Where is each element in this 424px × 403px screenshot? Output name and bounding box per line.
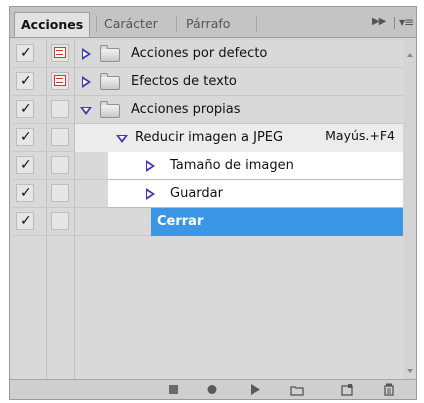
action-step-content-selected[interactable]: Cerrar [151, 208, 403, 236]
check-icon: ✓ [20, 213, 32, 229]
dialog-icon [54, 47, 66, 58]
tab-divider [96, 16, 97, 32]
dialog-toggle[interactable] [51, 212, 69, 230]
collapse-triangle-icon[interactable] [80, 107, 92, 115]
check-icon: ✓ [20, 129, 32, 145]
dialog-toggle[interactable] [51, 44, 69, 62]
action-content[interactable]: Reducir imagen a JPEG Mayús.+F4 [75, 124, 403, 152]
action-step-label: Guardar [170, 186, 223, 201]
action-step-row[interactable]: ✓ Guardar [13, 180, 403, 208]
toggle-checkbox[interactable]: ✓ [16, 44, 34, 62]
check-icon: ✓ [20, 45, 32, 61]
tab-divider [256, 16, 257, 32]
action-set-label: Acciones propias [131, 102, 241, 117]
scroll-down-icon[interactable] [407, 369, 413, 373]
double-arrow-right-icon[interactable]: ▶▶ [372, 16, 386, 27]
action-set-content[interactable]: Acciones por defecto [75, 40, 403, 68]
expand-triangle-icon[interactable] [82, 76, 91, 88]
play-icon[interactable] [248, 383, 262, 396]
tab-acciones[interactable]: Acciones [14, 12, 91, 37]
toggle-checkbox[interactable]: ✓ [16, 212, 34, 230]
check-icon: ✓ [20, 157, 32, 173]
action-step-row[interactable]: ✓ Tamaño de imagen [13, 152, 403, 180]
toggle-checkbox[interactable]: ✓ [16, 100, 34, 118]
toggle-checkbox[interactable]: ✓ [16, 72, 34, 90]
action-set-row[interactable]: ✓ Efectos de texto [13, 68, 403, 96]
scroll-up-icon[interactable] [407, 53, 413, 57]
check-icon: ✓ [20, 101, 32, 117]
action-label: Reducir imagen a JPEG [135, 130, 284, 145]
action-step-label: Tamaño de imagen [170, 158, 294, 173]
check-icon: ✓ [20, 185, 32, 201]
expand-triangle-icon[interactable] [146, 160, 155, 172]
delete-icon[interactable] [382, 383, 396, 396]
dialog-toggle[interactable] [51, 128, 69, 146]
check-icon: ✓ [20, 73, 32, 89]
expand-triangle-icon[interactable] [146, 188, 155, 200]
toggle-checkbox[interactable]: ✓ [16, 128, 34, 146]
tab-caracter[interactable]: Carácter [98, 12, 164, 37]
action-set-label: Efectos de texto [131, 74, 237, 89]
tab-bar: Acciones Carácter Párrafo ▶▶ ▾≡ [10, 7, 416, 38]
menu-divider [394, 17, 395, 29]
action-set-content[interactable]: Efectos de texto [75, 68, 403, 96]
folder-icon [100, 45, 120, 62]
stop-icon[interactable] [166, 383, 180, 396]
panel-menu-icon[interactable]: ▾≡ [399, 15, 414, 29]
bottom-toolbar [10, 379, 416, 399]
dialog-toggle[interactable] [51, 184, 69, 202]
record-icon[interactable] [205, 383, 219, 396]
toggle-checkbox[interactable]: ✓ [16, 156, 34, 174]
action-set-content[interactable]: Acciones propias [75, 96, 403, 124]
expand-triangle-icon[interactable] [82, 48, 91, 60]
new-set-icon[interactable] [290, 383, 304, 396]
folder-icon [100, 101, 120, 118]
tab-divider [176, 16, 177, 32]
dialog-toggle[interactable] [51, 72, 69, 90]
shortcut-label: Mayús.+F4 [325, 128, 395, 143]
action-step-content[interactable]: Guardar [108, 180, 403, 208]
new-action-icon[interactable] [340, 383, 354, 396]
action-row[interactable]: ✓ Reducir imagen a JPEG Mayús.+F4 [13, 124, 403, 152]
action-step-label: Cerrar [157, 214, 204, 229]
tab-parrafo[interactable]: Párrafo [180, 12, 236, 37]
action-set-row[interactable]: ✓ Acciones por defecto [13, 40, 403, 68]
actions-list: ✓ Acciones por defecto ✓ Efectos de text… [13, 40, 403, 380]
toggle-checkbox[interactable]: ✓ [16, 184, 34, 202]
dialog-toggle[interactable] [51, 100, 69, 118]
vertical-scrollbar[interactable] [404, 40, 416, 380]
action-set-row[interactable]: ✓ Acciones propias [13, 96, 403, 124]
dialog-icon [54, 75, 66, 86]
action-step-content[interactable]: Tamaño de imagen [108, 152, 403, 180]
actions-panel: Acciones Carácter Párrafo ▶▶ ▾≡ ✓ Accion… [9, 6, 417, 400]
dialog-toggle[interactable] [51, 156, 69, 174]
folder-icon [100, 73, 120, 90]
action-step-row[interactable]: ✓ Cerrar [13, 208, 403, 236]
collapse-triangle-icon[interactable] [116, 135, 128, 143]
action-set-label: Acciones por defecto [131, 46, 268, 61]
